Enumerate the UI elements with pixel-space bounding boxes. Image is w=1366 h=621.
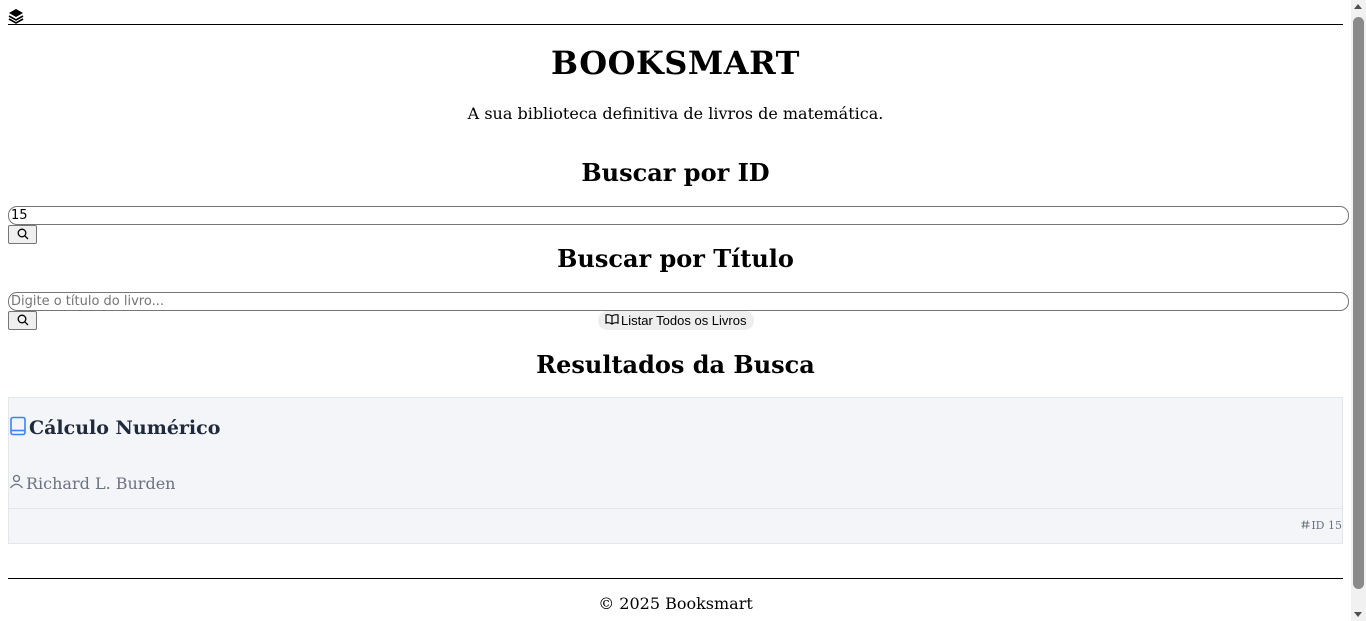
vertical-scrollbar[interactable]: [1351, 0, 1366, 621]
search-id-button[interactable]: [8, 225, 37, 244]
copyright: © 2025 Booksmart: [598, 594, 753, 613]
search-title-button[interactable]: [8, 311, 37, 330]
search-icon: [17, 225, 29, 244]
book-card[interactable]: Cálculo Numérico Richard L. Burden ID 15: [8, 397, 1343, 544]
book-author: Richard L. Burden: [26, 474, 176, 493]
scroll-down-icon[interactable]: [1354, 612, 1362, 617]
books-icon[interactable]: [8, 8, 24, 24]
book-id-label: ID 15: [1311, 519, 1342, 532]
page: BOOKSMART A sua biblioteca definitiva de…: [8, 0, 1349, 613]
hash-icon: [1301, 519, 1310, 532]
book-title: Cálculo Numérico: [29, 417, 221, 439]
id-search-input[interactable]: 15: [8, 206, 1349, 225]
search-id-heading: Buscar por ID: [581, 158, 770, 187]
search-title-heading: Buscar por Título: [557, 244, 794, 273]
footer-divider: [8, 578, 1343, 579]
scroll-up-icon[interactable]: [1354, 4, 1362, 9]
open-book-icon: [605, 313, 619, 328]
title-search-input[interactable]: Digite o título do livro...: [8, 292, 1349, 311]
search-icon: [17, 311, 29, 330]
top-bar: [8, 0, 1343, 25]
book-icon: [9, 416, 27, 440]
list-all-books-button[interactable]: Listar Todos os Livros: [598, 311, 754, 330]
scroll-thumb[interactable]: [1353, 17, 1364, 589]
book-author-row: Richard L. Burden: [9, 474, 175, 493]
list-all-books-label: Listar Todos os Livros: [621, 313, 747, 328]
page-title: BOOKSMART: [551, 44, 800, 82]
user-icon: [9, 474, 24, 493]
results-heading: Resultados da Busca: [536, 350, 815, 379]
book-title-row: Cálculo Numérico: [9, 416, 220, 440]
book-id: ID 15: [1301, 519, 1342, 532]
tagline: A sua biblioteca definitiva de livros de…: [467, 104, 884, 123]
book-card-footer: ID 15: [9, 508, 1342, 544]
